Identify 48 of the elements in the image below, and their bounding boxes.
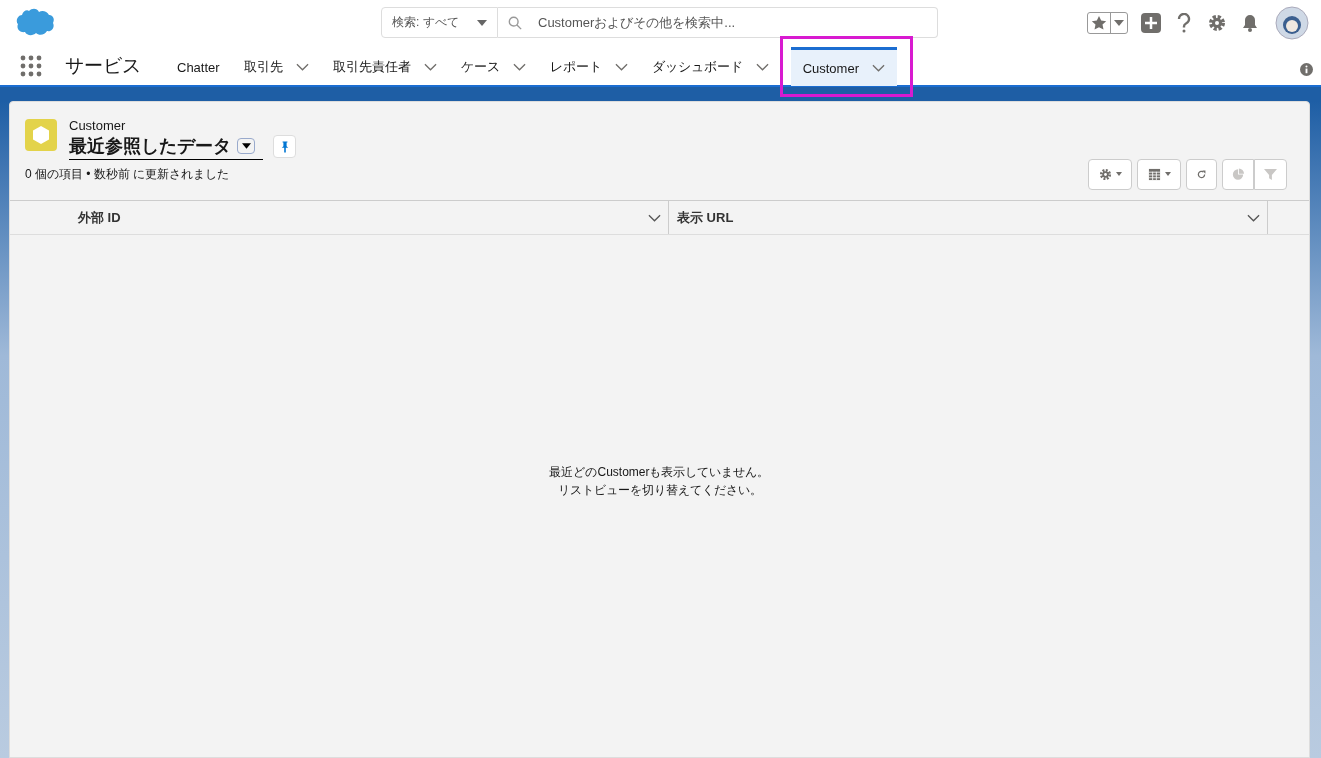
star-icon	[1091, 15, 1107, 31]
filter-icon	[1264, 167, 1277, 181]
search-scope-dropdown[interactable]: 検索: すべて	[381, 7, 498, 38]
nav-tab[interactable]: 取引先	[231, 46, 321, 85]
column-header[interactable]: 表示 URL	[669, 201, 1268, 234]
app-name: サービス	[65, 53, 141, 78]
plus-icon[interactable]	[1141, 13, 1161, 33]
table-icon	[1147, 167, 1161, 181]
object-icon	[25, 119, 57, 151]
nav-tab[interactable]: Customer	[790, 47, 897, 86]
caret-icon	[1164, 172, 1171, 176]
nav-tab[interactable]: ダッシュボード	[639, 46, 781, 85]
column-header[interactable]: 外部 ID	[10, 201, 669, 234]
chevron-down-icon[interactable]	[648, 213, 661, 222]
chevron-down-icon[interactable]	[755, 63, 769, 71]
chevron-down-icon[interactable]	[614, 63, 628, 71]
favorites-button[interactable]	[1087, 12, 1128, 34]
pin-button[interactable]	[273, 135, 296, 158]
list-status: 0 個の項目 • 数秒前 に更新されました	[25, 165, 230, 183]
pin-icon	[280, 140, 289, 153]
chevron-down-icon[interactable]	[423, 63, 437, 71]
chevron-down-icon[interactable]	[1247, 213, 1260, 222]
settings-icon[interactable]	[1207, 13, 1227, 33]
chevron-down-icon[interactable]	[512, 63, 526, 71]
caret-icon	[1115, 172, 1122, 176]
empty-message: 最近どのCustomerも表示していません。	[549, 464, 770, 481]
settings-button[interactable]	[1088, 158, 1132, 190]
caret-icon	[477, 19, 487, 26]
nav-tab[interactable]: Chatter	[165, 46, 232, 85]
bell-icon[interactable]	[1240, 13, 1260, 33]
nav-tab[interactable]: ケース	[448, 46, 538, 85]
app-launcher-icon[interactable]	[20, 54, 42, 77]
pie-chart-icon	[1232, 167, 1244, 181]
object-label: Customer	[69, 119, 127, 133]
gear-icon	[1098, 167, 1112, 181]
avatar-icon[interactable]	[1275, 6, 1309, 40]
info-icon[interactable]	[1300, 63, 1313, 76]
chevron-down-icon[interactable]	[872, 64, 885, 72]
caret-icon	[241, 142, 251, 149]
list-view-dropdown[interactable]	[237, 137, 255, 154]
search-box[interactable]: Customerおよびその他を検索中...	[498, 7, 938, 38]
nav-tab[interactable]: 取引先責任者	[320, 46, 449, 85]
chevron-down-icon[interactable]	[295, 63, 309, 71]
empty-message: リストビューを切り替えてください。	[557, 482, 762, 499]
search-icon	[508, 15, 522, 30]
nav-tab[interactable]: レポート	[537, 46, 640, 85]
display-button[interactable]	[1137, 158, 1181, 190]
caret-icon	[1114, 20, 1124, 26]
